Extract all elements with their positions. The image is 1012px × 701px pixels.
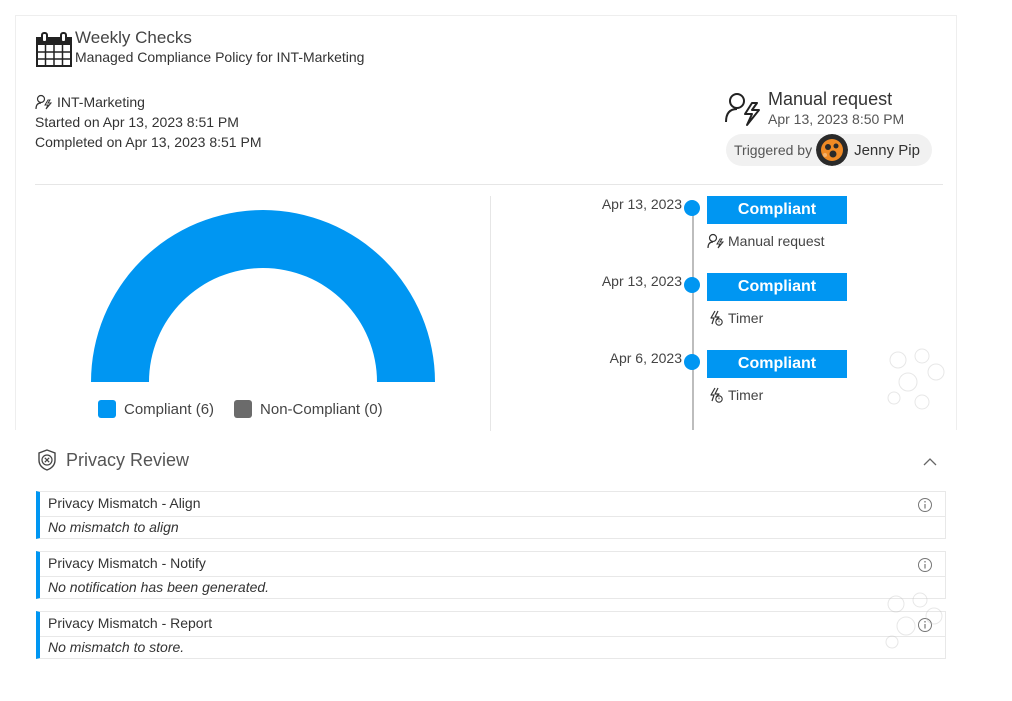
privacy-item: Privacy Mismatch - Align No mismatch to …	[36, 491, 946, 539]
gauge-segment-compliant[interactable]	[91, 210, 435, 382]
scope-name: INT-Marketing	[57, 94, 145, 110]
user-name: Jenny Pip	[854, 141, 920, 159]
status-badge[interactable]: Compliant	[707, 196, 847, 224]
legend-item-compliant[interactable]: Compliant (6)	[98, 400, 214, 418]
timer-bolt-icon	[710, 387, 723, 403]
privacy-item-title: Privacy Mismatch - Report	[48, 615, 213, 631]
policy-name: Managed Compliance Policy for INT-Market…	[75, 49, 365, 65]
chevron-up-icon[interactable]	[920, 452, 940, 472]
privacy-item: Privacy Mismatch - Report No mismatch to…	[36, 611, 946, 659]
watermark-logo	[887, 348, 945, 410]
legend-swatch-compliant	[98, 400, 116, 418]
column-divider	[490, 196, 491, 431]
user-bolt-icon	[35, 94, 53, 110]
timeline-line	[692, 210, 694, 430]
triggered-by-label: Triggered by	[734, 142, 813, 158]
info-icon[interactable]	[917, 557, 933, 573]
privacy-item-description: No mismatch to align	[48, 519, 179, 535]
privacy-review-title: Privacy Review	[66, 449, 190, 470]
trigger-date: Apr 13, 2023 8:50 PM	[768, 111, 905, 127]
privacy-item-description: No mismatch to store.	[48, 639, 185, 655]
timeline-trigger: Timer	[707, 310, 763, 326]
timeline-trigger: Manual request	[707, 233, 825, 249]
privacy-item-title: Privacy Mismatch - Notify	[48, 555, 206, 571]
policy-type: Weekly Checks	[75, 28, 192, 47]
privacy-item-title: Privacy Mismatch - Align	[48, 495, 201, 511]
run-meta: INT-Marketing Started on Apr 13, 2023 8:…	[35, 92, 261, 152]
timeline-date: Apr 13, 2023	[601, 196, 682, 212]
timeline-trigger-label: Timer	[728, 387, 764, 403]
user-avatar	[816, 134, 849, 166]
started-on: Started on Apr 13, 2023 8:51 PM	[35, 114, 239, 130]
section-divider	[35, 184, 943, 185]
completed-on: Completed on Apr 13, 2023 8:51 PM	[35, 134, 262, 150]
legend-item-non-compliant[interactable]: Non-Compliant (0)	[234, 400, 383, 418]
timeline-dot	[684, 200, 700, 216]
calendar-icon	[36, 32, 72, 67]
status-badge[interactable]: Compliant	[707, 350, 847, 378]
privacy-item-description: No notification has been generated.	[48, 579, 270, 595]
timeline-date: Apr 6, 2023	[609, 350, 682, 366]
privacy-item-separator	[40, 636, 945, 637]
legend-swatch-non-compliant	[234, 400, 253, 418]
privacy-item-separator	[40, 576, 945, 577]
legend-label-non-compliant: Non-Compliant (0)	[260, 400, 383, 418]
chart-legend: Compliant (6) Non-Compliant (0)	[98, 400, 403, 418]
user-bolt-icon	[707, 233, 725, 249]
watermark-logo	[885, 592, 943, 649]
timeline-date: Apr 13, 2023	[601, 273, 682, 289]
legend-label-compliant: Compliant (6)	[124, 400, 215, 418]
shield-x-icon	[38, 449, 56, 471]
timeline-dot	[684, 354, 700, 370]
timeline-trigger-label: Timer	[728, 310, 764, 326]
manual-request-icon	[725, 93, 760, 126]
privacy-review-header[interactable]: Privacy Review	[36, 448, 189, 472]
policy-summary-card: Weekly Checks Managed Compliance Policy …	[15, 15, 957, 431]
timeline-trigger-label: Manual request	[728, 233, 825, 249]
info-icon[interactable]	[917, 497, 933, 513]
policy-title-row: Weekly Checks Managed Compliance Policy …	[35, 28, 364, 68]
compliance-gauge	[91, 210, 435, 382]
status-badge[interactable]: Compliant	[707, 273, 847, 301]
timer-bolt-icon	[710, 310, 723, 326]
timeline-trigger: Timer	[707, 387, 763, 403]
trigger-info: Manual request Apr 13, 2023 8:50 PM Trig…	[724, 88, 952, 166]
timeline-dot	[684, 277, 700, 293]
triggered-by-chip[interactable]: Triggered by Jenny Pip	[726, 134, 932, 166]
trigger-type: Manual request	[768, 89, 893, 109]
history-timeline: Apr 13, 2023 Compliant Manual request Ap…	[516, 196, 876, 431]
privacy-item: Privacy Mismatch - Notify No notificatio…	[36, 551, 946, 599]
privacy-item-separator	[40, 516, 945, 517]
